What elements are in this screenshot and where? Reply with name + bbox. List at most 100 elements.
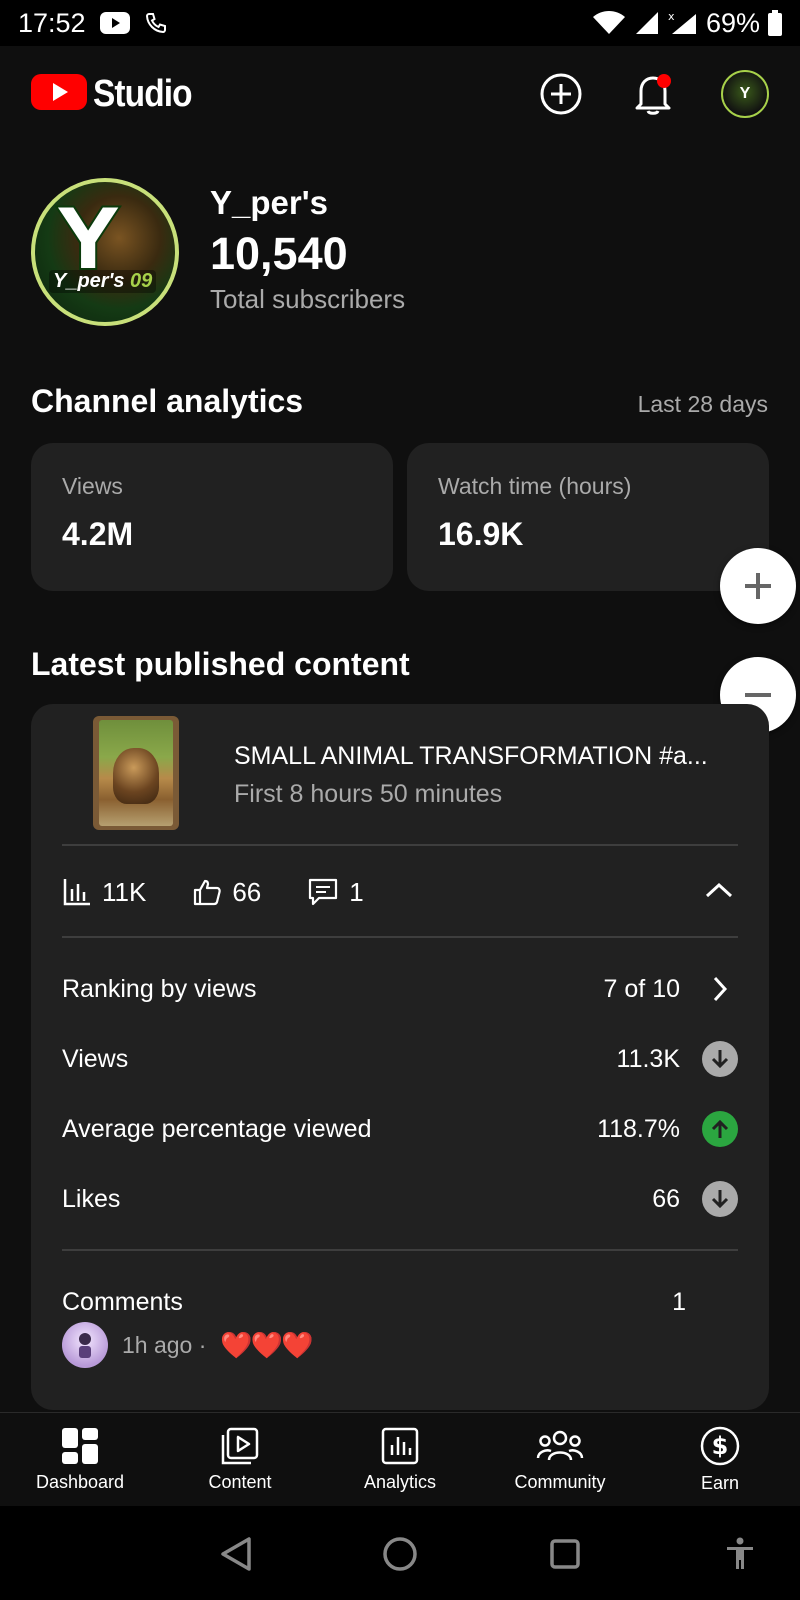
app-header: Studio Y <box>0 46 800 142</box>
nav-dashboard-label: Dashboard <box>35 1472 125 1492</box>
plus-icon <box>745 573 771 599</box>
views-metric-value: 11K <box>102 876 147 907</box>
comments-metric: 1 <box>307 876 364 908</box>
notification-badge <box>657 74 671 88</box>
comments-metric-value: 1 <box>349 876 364 907</box>
youtube-status-icon <box>99 12 130 34</box>
views-card[interactable]: Views 4.2M <box>31 443 393 591</box>
views-row-label: Views <box>62 1044 129 1073</box>
collapse-button[interactable] <box>704 880 734 905</box>
zoom-in-button[interactable] <box>720 548 796 624</box>
nav-community[interactable]: Community <box>480 1413 640 1506</box>
add-circle-icon <box>540 73 582 115</box>
phone-call-icon <box>144 11 168 35</box>
notifications-button[interactable] <box>629 70 677 118</box>
nav-content-label: Content <box>208 1472 272 1492</box>
home-circle-icon <box>383 1537 417 1571</box>
arrow-down-icon <box>702 1181 738 1217</box>
commenter-avatar <box>62 1322 108 1368</box>
recents-square-icon <box>550 1539 580 1569</box>
bottom-navigation: Dashboard Content Analytics Community $ … <box>0 1412 800 1506</box>
comments-row[interactable]: Comments 1 <box>62 1278 738 1326</box>
signal-icon <box>634 10 660 36</box>
watch-time-card[interactable]: Watch time (hours) 16.9K <box>407 443 769 591</box>
likes-metric: 66 <box>192 877 261 908</box>
avg-percentage-label: Average percentage viewed <box>62 1114 372 1143</box>
analytics-icon <box>381 1427 419 1465</box>
comment-text: ❤️❤️❤️ <box>220 1329 313 1360</box>
avg-percentage-row: Average percentage viewed 118.7% <box>62 1105 738 1153</box>
chevron-up-icon <box>705 882 733 897</box>
back-triangle-icon <box>221 1537 251 1571</box>
analytics-period: Last 28 days <box>637 391 768 417</box>
nav-analytics-label: Analytics <box>363 1472 437 1492</box>
video-metrics-row: 11K 66 1 <box>62 845 738 939</box>
home-button[interactable] <box>380 1534 420 1574</box>
latest-content-title: Latest published content <box>31 646 410 682</box>
divider <box>62 1249 738 1251</box>
channel-avatar[interactable]: Y Y_per's 09 <box>31 178 179 326</box>
create-button[interactable] <box>537 70 585 118</box>
latest-content-card: SMALL ANIMAL TRANSFORMATION #a... First … <box>31 704 769 1410</box>
subscriber-label: Total subscribers <box>210 284 406 314</box>
studio-logo[interactable]: Studio <box>31 72 205 117</box>
likes-row-label: Likes <box>62 1184 121 1213</box>
views-card-value: 4.2M <box>62 516 134 552</box>
views-metric: 11K <box>62 877 146 908</box>
status-bar: 17:52 x 69% <box>0 0 800 46</box>
arrow-down-icon <box>702 1041 738 1077</box>
account-avatar[interactable]: Y <box>721 70 769 118</box>
views-row-value: 11.3K <box>616 1044 680 1073</box>
signal-no-data-icon: x <box>668 10 698 36</box>
nav-analytics[interactable]: Analytics <box>320 1413 480 1506</box>
ranking-row[interactable]: Ranking by views 7 of 10 <box>62 965 738 1013</box>
likes-metric-value: 66 <box>232 876 262 907</box>
svg-text:x: x <box>668 10 675 23</box>
ranking-value: 7 of 10 <box>603 974 680 1003</box>
nav-earn[interactable]: $ Earn <box>640 1413 800 1506</box>
logo-text: Studio <box>93 72 193 115</box>
system-navigation-bar <box>0 1506 800 1600</box>
comments-row-value: 1 <box>672 1287 686 1316</box>
back-button[interactable] <box>216 1534 256 1574</box>
video-title: SMALL ANIMAL TRANSFORMATION #a... <box>234 742 708 770</box>
wifi-icon <box>592 10 626 36</box>
bar-chart-icon <box>63 879 90 906</box>
accessibility-icon <box>727 1537 753 1569</box>
watch-time-card-value: 16.9K <box>438 516 524 552</box>
avatar-text: Y_per's 09 <box>49 270 157 293</box>
account-avatar-letter: Y <box>739 85 751 102</box>
battery-icon <box>768 10 782 36</box>
views-row: Views 11.3K <box>62 1035 738 1083</box>
comment-time: 1h ago · <box>122 1331 207 1358</box>
youtube-logo-icon <box>31 72 87 117</box>
comment-icon <box>309 878 338 906</box>
video-item[interactable]: SMALL ANIMAL TRANSFORMATION #a... First … <box>31 704 769 845</box>
subscriber-count: 10,540 <box>210 228 348 279</box>
battery-percent: 69% <box>705 7 760 38</box>
nav-earn-label: Earn <box>700 1473 740 1493</box>
watch-time-card-label: Watch time (hours) <box>438 473 632 499</box>
video-subtitle: First 8 hours 50 minutes <box>234 780 503 808</box>
video-thumbnail <box>93 716 179 830</box>
likes-row-value: 66 <box>652 1184 680 1213</box>
nav-content[interactable]: Content <box>160 1413 320 1506</box>
earn-icon: $ <box>700 1426 740 1466</box>
divider <box>62 936 738 938</box>
likes-row: Likes 66 <box>62 1175 738 1223</box>
channel-analytics-title: Channel analytics <box>31 383 304 419</box>
recents-button[interactable] <box>545 1534 585 1574</box>
arrow-up-icon <box>702 1111 738 1147</box>
svg-text:$: $ <box>712 1432 729 1460</box>
nav-community-label: Community <box>514 1472 606 1492</box>
status-time: 17:52 <box>18 7 86 38</box>
nav-dashboard[interactable]: Dashboard <box>0 1413 160 1506</box>
dashboard-icon <box>62 1428 98 1464</box>
comments-row-label: Comments <box>62 1287 183 1316</box>
ranking-label: Ranking by views <box>62 974 257 1003</box>
channel-name: Y_per's <box>210 184 328 221</box>
accessibility-button[interactable] <box>720 1534 760 1574</box>
views-card-label: Views <box>62 473 123 499</box>
avg-percentage-value: 118.7% <box>597 1114 680 1143</box>
latest-comment[interactable]: 1h ago · ❤️❤️❤️ <box>62 1322 314 1368</box>
